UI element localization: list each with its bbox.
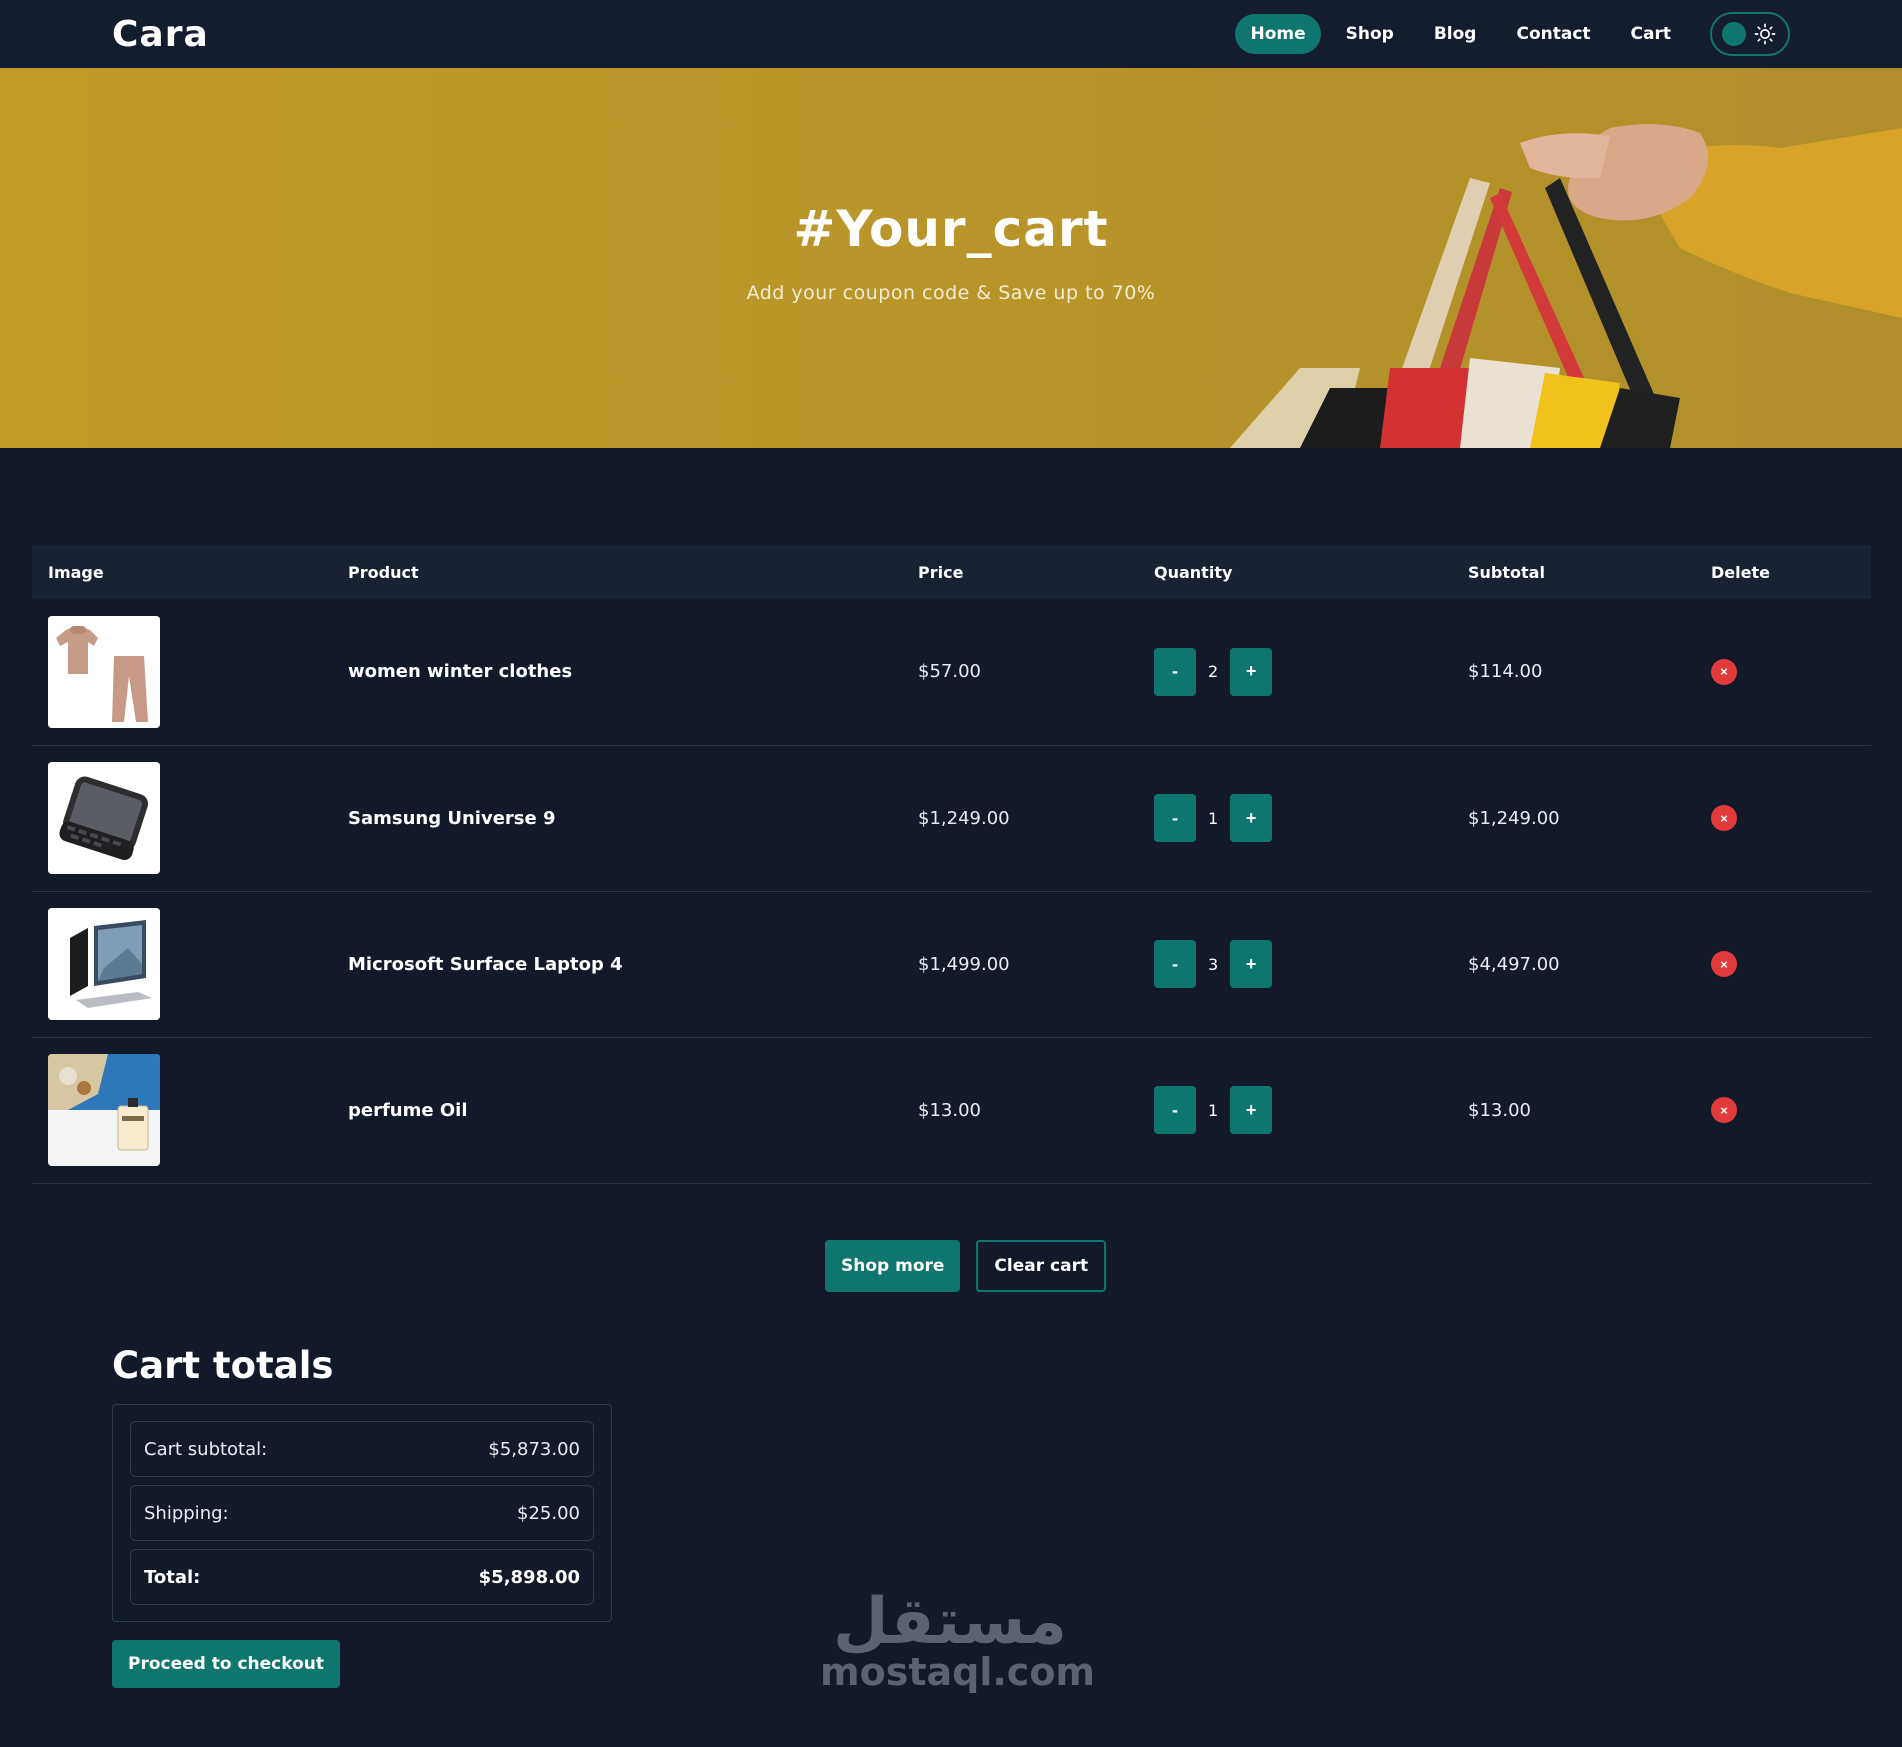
shopping-bags-image (1230, 124, 1902, 448)
header-subtotal: Subtotal (1468, 562, 1545, 582)
table-row: perfume Oil $13.00 - 1 + $13.00 × (32, 1037, 1871, 1184)
table-row: Samsung Universe 9 $1,249.00 - 1 + $1,24… (32, 745, 1871, 892)
delete-icon[interactable]: × (1711, 1097, 1737, 1123)
nav-home[interactable]: Home (1235, 14, 1321, 54)
product-name[interactable]: perfume Oil (332, 1037, 902, 1184)
table-row: women winter clothes $57.00 - 2 + $114.0… (32, 599, 1871, 746)
increment-button[interactable]: + (1230, 794, 1273, 842)
header-quantity: Quantity (1154, 562, 1233, 582)
cart-totals-box: Cart subtotal: $5,873.00 Shipping: $25.0… (112, 1404, 612, 1622)
perfume-thumbnail[interactable] (48, 1054, 160, 1166)
quantity-value: 1 (1208, 808, 1219, 828)
product-subtotal: $13.00 (1452, 1037, 1695, 1184)
quantity-value: 1 (1208, 1100, 1219, 1120)
quantity-value: 2 (1208, 662, 1219, 682)
increment-button[interactable]: + (1230, 940, 1273, 988)
product-price: $1,499.00 (902, 891, 1138, 1038)
theme-toggle[interactable] (1710, 12, 1790, 56)
subtotal-row: Cart subtotal: $5,873.00 (130, 1421, 594, 1477)
table-row: Microsoft Surface Laptop 4 $1,499.00 - 3… (32, 891, 1871, 1038)
product-subtotal: $114.00 (1452, 599, 1695, 746)
product-price: $1,249.00 (902, 745, 1138, 892)
header-product: Product (348, 562, 419, 582)
nav-blog[interactable]: Blog (1419, 14, 1492, 54)
shop-more-button[interactable]: Shop more (825, 1240, 961, 1292)
toggle-knob (1722, 22, 1746, 46)
total-label: Total: (144, 1566, 201, 1588)
shipping-label: Shipping: (144, 1502, 229, 1524)
header-image: Image (48, 562, 104, 582)
sun-icon (1754, 23, 1776, 45)
quantity-stepper: - 2 + (1154, 647, 1452, 696)
quantity-stepper: - 1 + (1154, 794, 1452, 842)
subtotal-label: Cart subtotal: (144, 1438, 268, 1460)
increment-button[interactable]: + (1230, 647, 1273, 696)
product-name[interactable]: women winter clothes (332, 599, 902, 746)
header-price: Price (918, 562, 964, 582)
phone-thumbnail[interactable] (48, 762, 160, 874)
checkout-button[interactable]: Proceed to checkout (112, 1640, 341, 1688)
product-price: $57.00 (902, 599, 1138, 746)
shipping-value: $25.00 (517, 1502, 580, 1524)
cart-totals-title: Cart totals (112, 1344, 334, 1387)
cart-actions: Shop more Clear cart (825, 1240, 1107, 1292)
hero-subtitle: Add your coupon code & Save up to 70% (746, 282, 1156, 304)
nav-shop[interactable]: Shop (1331, 14, 1409, 54)
watermark-latin: mostaql.com (820, 1650, 1096, 1694)
shipping-row: Shipping: $25.00 (130, 1485, 594, 1541)
total-row: Total: $5,898.00 (130, 1549, 594, 1605)
subtotal-value: $5,873.00 (488, 1438, 580, 1460)
logo[interactable]: Cara (112, 14, 209, 55)
quantity-value: 3 (1208, 954, 1219, 974)
clothes-thumbnail[interactable] (48, 615, 160, 728)
delete-icon[interactable]: × (1711, 805, 1737, 831)
watermark-arabic: مستقل (832, 1585, 1068, 1659)
clear-cart-button[interactable]: Clear cart (976, 1240, 1107, 1292)
decrement-button[interactable]: - (1154, 794, 1196, 842)
increment-button[interactable]: + (1230, 1086, 1273, 1134)
watermark: مستقل mostaql.com (820, 1585, 1096, 1694)
product-price: $13.00 (902, 1037, 1138, 1184)
product-name[interactable]: Microsoft Surface Laptop 4 (332, 891, 902, 1038)
total-value: $5,898.00 (478, 1566, 580, 1588)
quantity-stepper: - 1 + (1154, 1086, 1452, 1134)
delete-icon[interactable]: × (1711, 951, 1737, 977)
navbar: Cara Home Shop Blog Contact Cart (0, 0, 1902, 68)
hero-title: #Your_cart (793, 200, 1109, 258)
delete-icon[interactable]: × (1711, 658, 1737, 685)
nav-cart[interactable]: Cart (1616, 14, 1686, 54)
decrement-button[interactable]: - (1154, 940, 1196, 988)
decrement-button[interactable]: - (1154, 1086, 1196, 1134)
product-name[interactable]: Samsung Universe 9 (332, 745, 902, 892)
product-subtotal: $4,497.00 (1452, 891, 1695, 1038)
cart-table: Image Product Price Quantity Subtotal De… (32, 545, 1871, 1184)
decrement-button[interactable]: - (1154, 647, 1196, 696)
table-header: Image Product Price Quantity Subtotal De… (32, 545, 1871, 599)
hero-banner: #Your_cart Add your coupon code & Save u… (0, 68, 1902, 448)
laptop-thumbnail[interactable] (48, 908, 160, 1020)
product-subtotal: $1,249.00 (1452, 745, 1695, 892)
header-delete: Delete (1711, 562, 1770, 582)
main-nav: Home Shop Blog Contact Cart (1235, 12, 1790, 56)
nav-contact[interactable]: Contact (1501, 14, 1605, 54)
quantity-stepper: - 3 + (1154, 940, 1452, 988)
